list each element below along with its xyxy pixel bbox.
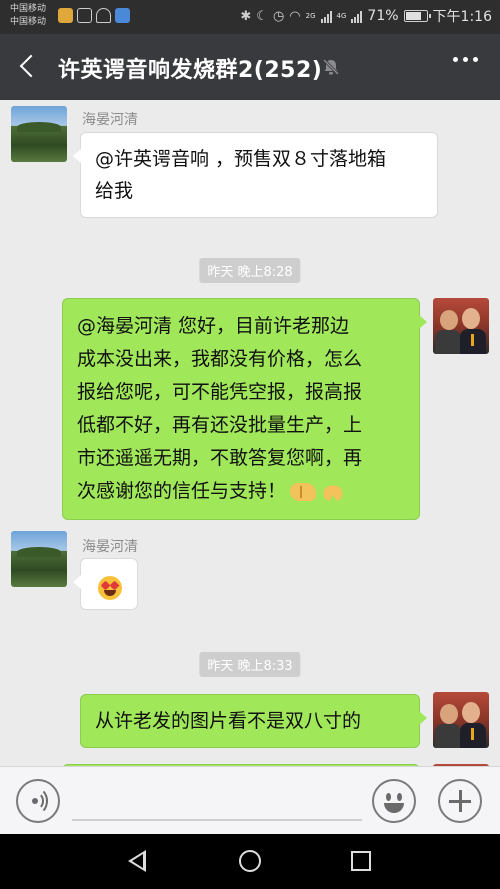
message-line: @海晏河清 您好，目前许老那边 — [77, 315, 350, 337]
battery-percent: 71% — [367, 8, 399, 24]
timestamp: 昨天 晚上8:28 — [199, 258, 301, 283]
message-bubble-self[interactable]: 从许老发的图片看不是双八寸的 — [80, 694, 427, 748]
headset-icon — [96, 8, 111, 23]
more-dots-icon[interactable] — [453, 57, 478, 62]
nav-back-icon[interactable] — [128, 850, 146, 872]
avatar-other[interactable] — [11, 106, 67, 162]
heart-eyes-emoji — [98, 575, 122, 600]
message-bubble-self[interactable]: @海晏河清 您好，目前许老那边 成本没出来，我都没有价格，怎么 报给您呢，可不能… — [62, 298, 427, 520]
message-line-last: 次感谢您的信任与支持！ — [77, 475, 405, 508]
message-text: 从许老发的图片看不是双八寸的 — [95, 710, 362, 732]
message-line: 市还遥遥无期，不敢答复您啊，再 — [77, 447, 363, 469]
shield-icon — [115, 8, 130, 23]
signal-2-icon — [351, 10, 363, 23]
avatar-self[interactable] — [433, 298, 489, 354]
voice-icon[interactable] — [16, 779, 60, 823]
signal-1-icon — [320, 10, 332, 23]
message-text: @许英谔音响 ，预售双８寸落地箱 — [95, 148, 387, 170]
handshake-emoji — [290, 482, 317, 501]
status-right: ✱ ☾ ◷ ◠ 2G 4G 71% 下午1:16 — [240, 6, 492, 26]
moon-icon: ☾ — [256, 8, 268, 24]
network-2g-label: 2G — [305, 12, 316, 20]
message-line: 成本没出来，我都没有价格，怎么 — [77, 348, 363, 370]
wifi-icon: ◠ — [289, 8, 301, 24]
alarm-icon: ◷ — [272, 8, 285, 24]
sender-name: 海晏河清 — [82, 539, 138, 555]
bluetooth-icon: ✱ — [240, 8, 252, 24]
timestamp: 昨天 晚上8:33 — [199, 652, 301, 677]
battery-fill — [405, 12, 422, 20]
message-bubble-other[interactable] — [73, 558, 138, 610]
carrier-1: 中国移动 — [10, 4, 47, 14]
avatar-self[interactable] — [433, 692, 489, 748]
emoji-icon[interactable] — [372, 779, 416, 823]
avatar-other[interactable] — [11, 531, 67, 587]
input-bar — [0, 766, 500, 834]
pray-emoji — [320, 482, 346, 502]
carrier-labels: 中国移动 中国移动 — [10, 3, 46, 29]
chat-header: 许英谔音响发烧群2(252) — [0, 34, 500, 100]
carrier-2: 中国移动 — [10, 17, 47, 27]
nav-home-icon[interactable] — [239, 850, 261, 872]
message-input[interactable] — [72, 819, 362, 821]
system-nav-bar — [0, 834, 500, 889]
status-bar: 中国移动 中国移动 ✱ ☾ ◷ ◠ 2G 4G 71% 下午1:16 — [0, 0, 500, 34]
clock: 下午1:16 — [432, 9, 492, 25]
message-text: 给我 — [95, 180, 134, 202]
nav-recent-icon[interactable] — [351, 851, 371, 871]
plus-icon[interactable] — [438, 779, 482, 823]
message-bubble-other[interactable]: @许英谔音响 ，预售双８寸落地箱 给我 — [73, 132, 438, 218]
back-button[interactable] — [14, 52, 44, 82]
message-line: 次感谢您的信任与支持！ — [77, 480, 287, 502]
notification-icons — [58, 8, 130, 23]
activity-icon — [77, 8, 92, 23]
sender-name: 海晏河清 — [82, 112, 138, 128]
message-line: 报给您呢，可不能凭空报，报高报 — [77, 381, 363, 403]
chat-title[interactable]: 许英谔音响发烧群2(252) — [58, 52, 322, 84]
app-notification-icon — [58, 8, 73, 23]
bell-off-icon — [322, 58, 340, 76]
network-4g-label: 4G — [336, 12, 347, 20]
battery-icon — [403, 10, 431, 22]
message-line: 低都不好，再有还没批量生产，上 — [77, 414, 363, 436]
message-list[interactable]: 海晏河清 @许英谔音响 ，预售双８寸落地箱 给我 昨天 晚上8:28 @海晏河清… — [0, 100, 500, 766]
